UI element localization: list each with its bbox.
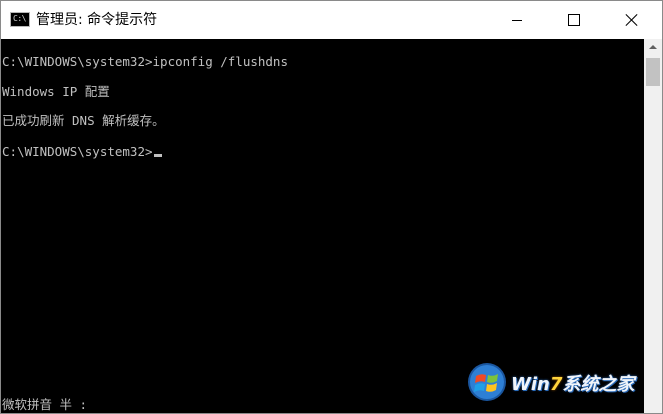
title-bar[interactable]: C:\ 管理员: 命令提示符 bbox=[1, 1, 662, 39]
console-line-header: Windows IP 配置 bbox=[2, 84, 110, 99]
cmd-icon-label: C:\ bbox=[13, 14, 26, 23]
maximize-button[interactable] bbox=[551, 1, 597, 39]
window-title: 管理员: 命令提示符 bbox=[36, 12, 158, 28]
maximize-icon bbox=[568, 14, 580, 26]
watermark: Win7系统之家 bbox=[461, 360, 661, 406]
vertical-scrollbar[interactable] bbox=[644, 39, 662, 413]
text-cursor bbox=[153, 154, 162, 157]
watermark-text-suffix: 系统之家 bbox=[562, 374, 635, 395]
console-line-result: 已成功刷新 DNS 解析缓存。 bbox=[2, 113, 165, 128]
close-button[interactable] bbox=[609, 1, 655, 39]
scroll-thumb[interactable] bbox=[646, 58, 660, 86]
watermark-text-accent: 7 bbox=[549, 374, 563, 395]
minimize-icon bbox=[512, 20, 522, 21]
watermark-text-prefix: Win bbox=[511, 374, 550, 395]
console-output[interactable]: C:\WINDOWS\system32>ipconfig /flushdns W… bbox=[1, 39, 644, 413]
ime-status: 微软拼音 半 : bbox=[2, 397, 88, 412]
close-icon bbox=[626, 14, 638, 26]
watermark-text: Win7系统之家 bbox=[511, 370, 634, 396]
cmd-window: C:\ 管理员: 命令提示符 C:\WINDOWS\system32>ipcon… bbox=[0, 0, 663, 414]
windows-logo-icon bbox=[468, 363, 506, 401]
minimize-button[interactable] bbox=[494, 1, 540, 39]
console-prompt: C:\WINDOWS\system32> bbox=[2, 144, 153, 159]
scroll-up-arrow-icon[interactable] bbox=[644, 39, 662, 56]
console-line-command: C:\WINDOWS\system32>ipconfig /flushdns bbox=[2, 54, 288, 69]
cmd-icon[interactable]: C:\ bbox=[10, 12, 30, 27]
console-prompt-line[interactable]: C:\WINDOWS\system32> bbox=[2, 144, 162, 160]
